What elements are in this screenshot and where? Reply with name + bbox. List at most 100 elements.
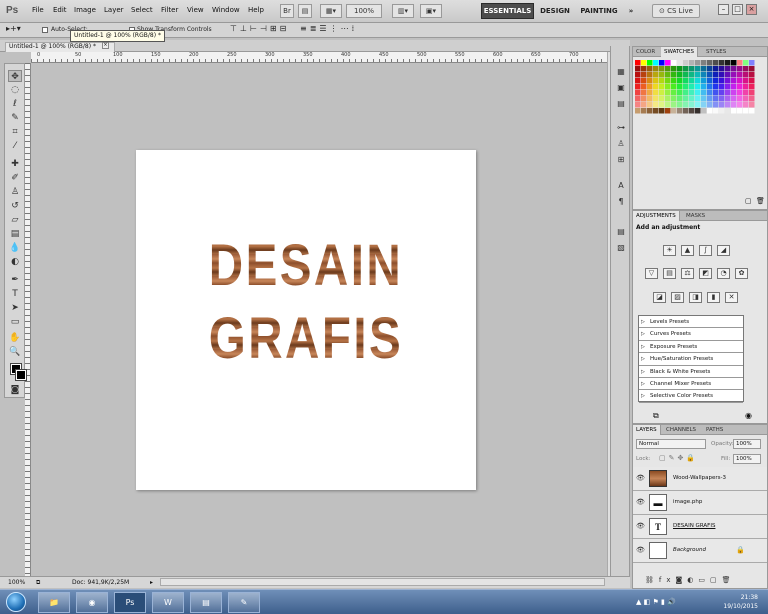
swatch-cell[interactable] — [713, 90, 719, 96]
swatch-cell[interactable] — [653, 66, 659, 72]
swatch-cell[interactable] — [749, 72, 755, 78]
swatch-cell[interactable] — [653, 96, 659, 102]
swatch-cell[interactable] — [743, 108, 749, 114]
swatch-cell[interactable] — [635, 60, 641, 66]
swatch-cell[interactable] — [635, 108, 641, 114]
preset-exposure[interactable]: Exposure Presets — [639, 341, 743, 354]
move-tool-preset-icon[interactable]: ▸+▾ — [6, 24, 21, 33]
swatch-cell[interactable] — [635, 78, 641, 84]
hue-saturation-icon[interactable]: ▤ — [663, 268, 676, 279]
swatch-cell[interactable] — [731, 78, 737, 84]
vertical-ruler[interactable] — [25, 63, 31, 576]
swatch-cell[interactable] — [647, 90, 653, 96]
swatch-cell[interactable] — [689, 72, 695, 78]
preset-levels[interactable]: Levels Presets — [639, 316, 743, 329]
blend-mode-select[interactable]: Normal — [636, 439, 706, 449]
dodge-tool-icon[interactable]: ◐ — [8, 256, 22, 268]
paint-task-icon[interactable]: ✎ — [228, 592, 260, 613]
status-export-icon[interactable]: ⧉ — [36, 579, 40, 587]
swatch-cell[interactable] — [683, 60, 689, 66]
swatch-cell[interactable] — [641, 66, 647, 72]
cs-live-button[interactable]: ⊙ CS Live — [652, 4, 700, 18]
swatch-cell[interactable] — [725, 60, 731, 66]
swatch-cell[interactable] — [665, 78, 671, 84]
paragraph-panel-icon[interactable]: ¶ — [615, 196, 627, 208]
tool-presets-panel-icon[interactable]: ⊞ — [615, 154, 627, 166]
channel-mixer-icon[interactable]: ✿ — [735, 268, 748, 279]
healing-brush-tool-icon[interactable]: ✚ — [8, 158, 22, 170]
minimize-button[interactable]: – — [718, 4, 729, 15]
swatch-cell[interactable] — [701, 108, 707, 114]
swatch-cell[interactable] — [683, 102, 689, 108]
workspace-essentials[interactable]: ESSENTIALS — [481, 3, 534, 19]
swatch-cell[interactable] — [635, 96, 641, 102]
swatch-cell[interactable] — [725, 96, 731, 102]
swatch-cell[interactable] — [707, 102, 713, 108]
swatch-cell[interactable] — [719, 60, 725, 66]
swatch-cell[interactable] — [737, 84, 743, 90]
swatch-cell[interactable] — [665, 66, 671, 72]
screen-mode-icon[interactable]: ▣▾ — [420, 4, 442, 18]
swatch-cell[interactable] — [659, 84, 665, 90]
tab-masks[interactable]: MASKS — [683, 211, 708, 221]
swatch-cell[interactable] — [653, 78, 659, 84]
swatch-cell[interactable] — [737, 108, 743, 114]
swatch-cell[interactable] — [695, 78, 701, 84]
layer-comps-panel-icon[interactable]: ▤ — [615, 226, 627, 238]
eye-icon[interactable]: 👁 — [636, 498, 645, 506]
swatch-cell[interactable] — [725, 78, 731, 84]
swatch-cell[interactable] — [659, 72, 665, 78]
tab-adjustments[interactable]: ADJUSTMENTS — [633, 211, 680, 221]
menu-layer[interactable]: Layer — [104, 6, 124, 14]
notes-panel-icon[interactable]: ▧ — [615, 242, 627, 254]
swatch-cell[interactable] — [731, 90, 737, 96]
swatch-cell[interactable] — [731, 84, 737, 90]
workspace-design[interactable]: DESIGN — [538, 3, 572, 19]
fill-field[interactable]: 100% — [733, 454, 761, 464]
history-panel-icon[interactable]: ▦ — [615, 66, 627, 78]
swatch-cell[interactable] — [689, 108, 695, 114]
swatch-cell[interactable] — [725, 84, 731, 90]
swatch-cell[interactable] — [671, 78, 677, 84]
swatch-cell[interactable] — [641, 108, 647, 114]
preset-hue-saturation[interactable]: Hue/Saturation Presets — [639, 353, 743, 366]
swatch-cell[interactable] — [725, 72, 731, 78]
swatch-cell[interactable] — [707, 60, 713, 66]
workspace-painting[interactable]: PAINTING — [578, 3, 620, 19]
layer-row[interactable]: 👁 Background 🔒 — [633, 539, 767, 563]
crop-tool-icon[interactable]: ⌗ — [8, 126, 22, 138]
swatch-cell[interactable] — [731, 102, 737, 108]
vibrance-icon[interactable]: ▽ — [645, 268, 658, 279]
swatch-cell[interactable] — [737, 102, 743, 108]
swatch-cell[interactable] — [641, 78, 647, 84]
view-extras-icon[interactable]: ▦▾ — [320, 4, 342, 18]
swatch-cell[interactable] — [677, 84, 683, 90]
swatch-cell[interactable] — [689, 90, 695, 96]
swatch-cell[interactable] — [749, 84, 755, 90]
swatch-cell[interactable] — [641, 72, 647, 78]
swatch-cell[interactable] — [659, 108, 665, 114]
invert-icon[interactable]: ◪ — [653, 292, 666, 303]
menu-file[interactable]: File — [32, 6, 44, 14]
swatch-cell[interactable] — [695, 96, 701, 102]
swatch-cell[interactable] — [695, 84, 701, 90]
swatch-cell[interactable] — [683, 66, 689, 72]
clock[interactable]: 21:38 19/10/2015 — [723, 593, 758, 611]
eye-icon[interactable]: 👁 — [636, 546, 645, 554]
swatch-cell[interactable] — [653, 84, 659, 90]
swatch-cell[interactable] — [743, 84, 749, 90]
marquee-tool-icon[interactable]: ◌ — [8, 84, 22, 96]
swatch-cell[interactable] — [683, 96, 689, 102]
color-balance-icon[interactable]: ⚖ — [681, 268, 694, 279]
swatch-cell[interactable] — [713, 60, 719, 66]
swatch-cell[interactable] — [749, 66, 755, 72]
swatch-cell[interactable] — [731, 72, 737, 78]
zoom-tool-icon[interactable]: 🔍 — [8, 346, 22, 358]
swatch-cell[interactable] — [749, 102, 755, 108]
swatch-cell[interactable] — [659, 66, 665, 72]
swatch-cell[interactable] — [671, 66, 677, 72]
picture-viewer-task-icon[interactable]: ▤ — [190, 592, 222, 613]
explorer-task-icon[interactable]: 📁 — [38, 592, 70, 613]
swatch-cell[interactable] — [677, 90, 683, 96]
swatch-cell[interactable] — [731, 108, 737, 114]
